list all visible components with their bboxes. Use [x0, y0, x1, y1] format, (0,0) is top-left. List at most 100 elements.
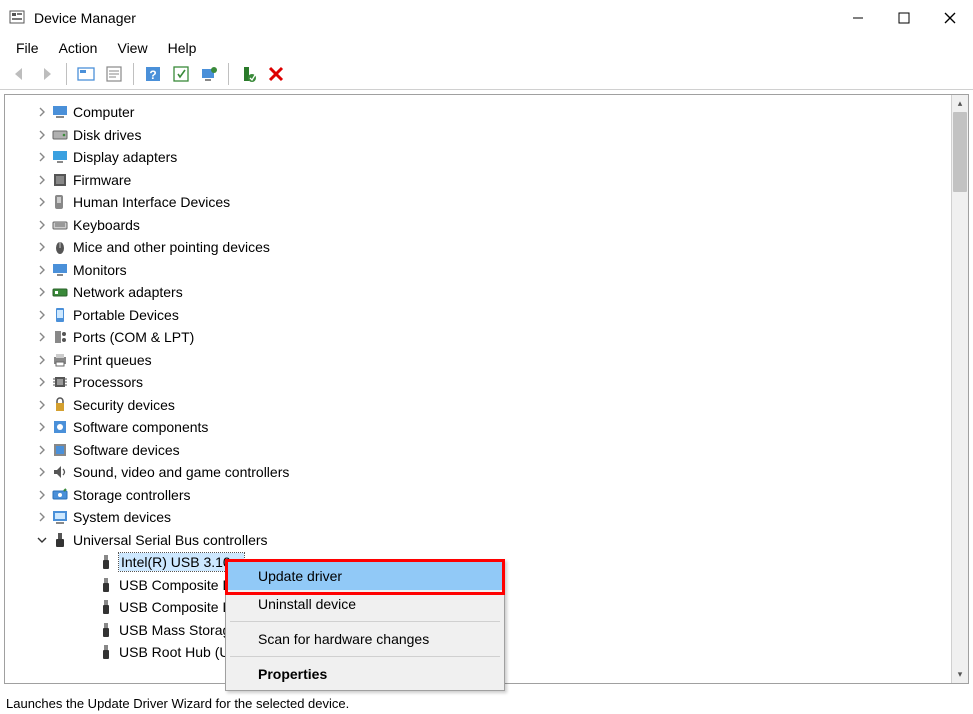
tree-item-label: USB Root Hub (US [119, 644, 239, 660]
context-menu: Update driverUninstall device Scan for ha… [225, 559, 505, 691]
window-controls [835, 0, 973, 36]
scrollbar-track[interactable] [952, 112, 968, 666]
menu-file[interactable]: File [6, 38, 49, 58]
device-category[interactable]: System devices [5, 506, 951, 529]
device-category[interactable]: Ports (COM & LPT) [5, 326, 951, 349]
device-category[interactable]: Firmware [5, 169, 951, 192]
tree-item-label: Firmware [73, 172, 131, 188]
chevron-right-icon[interactable] [35, 173, 49, 187]
device-category[interactable]: Security devices [5, 394, 951, 417]
usb-plug-icon [97, 643, 115, 661]
cpu-icon [51, 373, 69, 391]
chevron-right-icon[interactable] [35, 218, 49, 232]
context-menu-item[interactable]: Uninstall device [228, 590, 502, 618]
context-menu-item[interactable]: Properties [228, 660, 502, 688]
ports-icon [51, 328, 69, 346]
status-text: Launches the Update Driver Wizard for th… [6, 696, 349, 711]
chevron-right-icon[interactable] [35, 375, 49, 389]
chevron-right-icon[interactable] [35, 308, 49, 322]
device-category[interactable]: Monitors [5, 259, 951, 282]
chevron-right-icon[interactable] [35, 128, 49, 142]
context-menu-separator [230, 656, 500, 657]
chevron-down-icon[interactable] [35, 533, 49, 547]
device-category[interactable]: Portable Devices [5, 304, 951, 327]
tree-item-label: Sound, video and game controllers [73, 464, 289, 480]
context-menu-item[interactable]: Update driver [228, 562, 502, 590]
chevron-right-icon[interactable] [81, 578, 95, 592]
close-button[interactable] [927, 0, 973, 36]
chevron-right-icon[interactable] [35, 105, 49, 119]
chevron-right-icon[interactable] [35, 465, 49, 479]
chevron-right-icon[interactable] [81, 645, 95, 659]
device-category[interactable]: Software components [5, 416, 951, 439]
device-category[interactable]: Print queues [5, 349, 951, 372]
status-bar: Launches the Update Driver Wizard for th… [0, 692, 973, 714]
device-category[interactable]: Disk drives [5, 124, 951, 147]
chevron-right-icon[interactable] [35, 240, 49, 254]
menu-action[interactable]: Action [49, 38, 108, 58]
chevron-right-icon[interactable] [35, 420, 49, 434]
show-hidden-button[interactable] [73, 61, 99, 87]
chevron-right-icon[interactable] [35, 150, 49, 164]
device-category[interactable]: Display adapters [5, 146, 951, 169]
tree-item-label: Monitors [73, 262, 127, 278]
context-menu-item[interactable]: Scan for hardware changes [228, 625, 502, 653]
disk-icon [51, 126, 69, 144]
scan-button[interactable] [168, 61, 194, 87]
chevron-right-icon[interactable] [35, 353, 49, 367]
tree-item-label: Disk drives [73, 127, 141, 143]
device-category[interactable]: Network adapters [5, 281, 951, 304]
device-category[interactable]: Sound, video and game controllers [5, 461, 951, 484]
forward-button[interactable] [34, 61, 60, 87]
menu-help[interactable]: Help [158, 38, 207, 58]
tree-item-label: Security devices [73, 397, 175, 413]
menu-view[interactable]: View [107, 38, 157, 58]
chevron-right-icon[interactable] [35, 330, 49, 344]
usb-icon [51, 531, 69, 549]
printer-icon [51, 351, 69, 369]
device-category[interactable]: Mice and other pointing devices [5, 236, 951, 259]
device-category[interactable]: Computer [5, 101, 951, 124]
device-category[interactable]: Universal Serial Bus controllers [5, 529, 951, 552]
chevron-right-icon[interactable] [35, 263, 49, 277]
toolbar-properties-button[interactable] [101, 61, 127, 87]
context-menu-separator [230, 621, 500, 622]
tree-item-label: USB Composite D [119, 577, 233, 593]
device-category[interactable]: Human Interface Devices [5, 191, 951, 214]
tree-item-label: Software components [73, 419, 208, 435]
portable-icon [51, 306, 69, 324]
storage-icon [51, 486, 69, 504]
vertical-scrollbar[interactable]: ▴ ▾ [951, 95, 968, 683]
update-driver-button[interactable] [196, 61, 222, 87]
chevron-right-icon[interactable] [35, 488, 49, 502]
firmware-icon [51, 171, 69, 189]
tree-item-label: Human Interface Devices [73, 194, 230, 210]
display-icon [51, 148, 69, 166]
maximize-button[interactable] [881, 0, 927, 36]
device-category[interactable]: Keyboards [5, 214, 951, 237]
chevron-right-icon[interactable] [35, 398, 49, 412]
chevron-right-icon[interactable] [35, 443, 49, 457]
enable-device-button[interactable] [235, 61, 261, 87]
svg-text:?: ? [149, 68, 156, 82]
device-category[interactable]: Software devices [5, 439, 951, 462]
chevron-right-icon[interactable] [81, 600, 95, 614]
back-button[interactable] [6, 61, 32, 87]
chevron-right-icon[interactable] [35, 510, 49, 524]
minimize-button[interactable] [835, 0, 881, 36]
device-category[interactable]: Storage controllers [5, 484, 951, 507]
chevron-right-icon[interactable] [81, 623, 95, 637]
help-button[interactable]: ? [140, 61, 166, 87]
scrollbar-thumb[interactable] [953, 112, 967, 192]
uninstall-button[interactable] [263, 61, 289, 87]
device-category[interactable]: Processors [5, 371, 951, 394]
scroll-up-arrow[interactable]: ▴ [952, 95, 968, 112]
title-bar: Device Manager [0, 0, 973, 36]
software-dev-icon [51, 441, 69, 459]
scroll-down-arrow[interactable]: ▾ [952, 666, 968, 683]
chevron-right-icon[interactable] [35, 285, 49, 299]
chevron-right-icon[interactable] [35, 195, 49, 209]
chevron-right-icon[interactable] [81, 555, 95, 569]
window-title: Device Manager [34, 10, 136, 26]
tree-item-label: Computer [73, 104, 134, 120]
